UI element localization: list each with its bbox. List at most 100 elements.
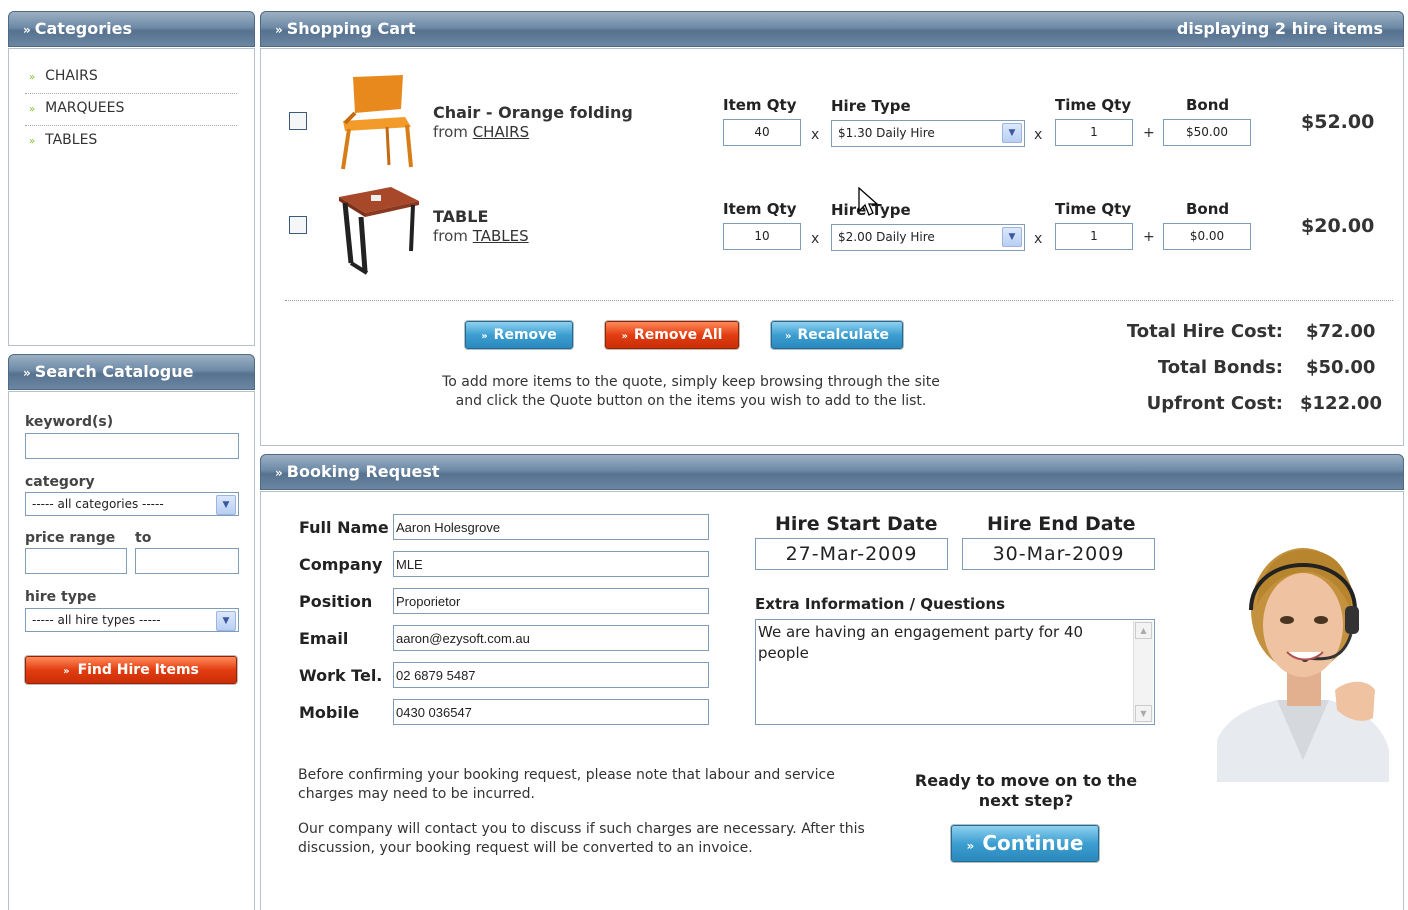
arrow-icon: » [966, 839, 975, 853]
continue-button[interactable]: » Continue [951, 825, 1099, 862]
search-panel: keyword(s) category ----- all categories… [8, 391, 255, 910]
work-tel-label: Work Tel. [299, 666, 383, 685]
item-qty-header: Item Qty [723, 200, 797, 218]
mobile-label: Mobile [299, 703, 360, 722]
extra-info-label: Extra Information / Questions [755, 595, 1006, 613]
hire-type-select[interactable]: $2.00 Daily Hire ▼ [831, 224, 1025, 251]
textarea-scrollbar[interactable]: ▲ ▼ [1133, 621, 1153, 723]
search-title: Search Catalogue [34, 362, 194, 381]
item-name: Chair - Orange folding [433, 103, 633, 122]
category-label[interactable]: CHAIRS [45, 68, 98, 84]
bond-input[interactable]: $50.00 [1163, 119, 1251, 146]
plus-sign: + [1143, 125, 1155, 141]
total-bonds-value: $50.00 [1306, 357, 1376, 378]
keyword-input[interactable] [25, 433, 239, 459]
position-input[interactable] [393, 588, 709, 614]
arrow-icon: » [29, 136, 36, 147]
item-total: $52.00 [1301, 111, 1375, 133]
category-label[interactable]: MARQUEES [45, 100, 124, 116]
mouse-cursor-icon [858, 187, 879, 216]
item-category-link[interactable]: TABLES [473, 227, 529, 245]
plus-sign: + [1143, 229, 1155, 245]
hire-end-input[interactable]: 30-Mar-2009 [962, 538, 1155, 570]
note-line: Our company will contact you to discuss … [298, 821, 865, 837]
item-qty-input[interactable]: 10 [723, 223, 801, 250]
scroll-down-icon[interactable]: ▼ [1135, 705, 1152, 722]
note-line: Before confirming your booking request, … [298, 767, 835, 783]
booking-panel: Full Name Company Position Email Work Te… [260, 491, 1404, 910]
hire-start-label: Hire Start Date [775, 513, 938, 535]
item-from: from TABLES [433, 227, 529, 245]
chevron-down-icon[interactable]: ▼ [1002, 227, 1022, 247]
recalculate-button[interactable]: » Recalculate [771, 321, 903, 349]
hire-type-select[interactable]: $1.30 Daily Hire ▼ [831, 120, 1025, 147]
support-agent-photo [1217, 548, 1389, 782]
chevron-icon: » [275, 466, 283, 480]
hire-type-header: Hire Type [831, 97, 911, 115]
category-item-chairs[interactable]: » CHAIRS [25, 61, 237, 94]
table-image [339, 187, 419, 275]
chevron-down-icon[interactable]: ▼ [216, 611, 236, 631]
chair-image [341, 75, 413, 170]
remove-all-button[interactable]: » Remove All [605, 321, 739, 349]
upfront-label: Upfront Cost: [1146, 393, 1283, 414]
cart-panel: Chair - Orange folding from CHAIRS Item … [260, 48, 1404, 446]
chevron-down-icon[interactable]: ▼ [216, 495, 236, 515]
multiply-sign: x [1034, 231, 1043, 247]
multiply-sign: x [1034, 127, 1043, 143]
total-bonds-label: Total Bonds: [1157, 357, 1283, 378]
price-max-input[interactable] [135, 548, 239, 574]
note-line: discussion, your booking request will be… [298, 840, 753, 856]
bond-input[interactable]: $0.00 [1163, 223, 1251, 250]
note-line: charges may need to be incurred. [298, 786, 535, 802]
work-tel-input[interactable] [393, 662, 709, 688]
category-item-tables[interactable]: » TABLES [25, 125, 237, 157]
company-label: Company [299, 555, 383, 574]
item-checkbox[interactable] [289, 112, 307, 130]
categories-header: » Categories [8, 11, 255, 47]
chevron-down-icon[interactable]: ▼ [1002, 123, 1022, 143]
category-select[interactable]: ----- all categories ----- ▼ [25, 492, 239, 516]
item-from: from CHAIRS [433, 123, 529, 141]
cart-header: » Shopping Cart displaying 2 hire items [260, 11, 1404, 47]
item-name: TABLE [433, 207, 489, 226]
category-label: category [25, 474, 95, 490]
hire-end-label: Hire End Date [987, 513, 1136, 535]
time-qty-header: Time Qty [1055, 96, 1132, 114]
time-qty-header: Time Qty [1055, 200, 1132, 218]
time-qty-input[interactable]: 1 [1055, 223, 1133, 250]
extra-info-textarea[interactable]: We are having an engagement party for 40… [755, 619, 1155, 725]
position-label: Position [299, 592, 373, 611]
booking-header: » Booking Request [260, 454, 1404, 490]
from-text: from [433, 123, 468, 141]
chevron-icon: » [23, 23, 31, 37]
company-input[interactable] [393, 551, 709, 577]
category-item-marquees[interactable]: » MARQUEES [25, 93, 237, 126]
find-hire-items-button[interactable]: » Find Hire Items [25, 656, 237, 684]
scroll-up-icon[interactable]: ▲ [1135, 622, 1152, 639]
hire-type-select[interactable]: ----- all hire types ----- ▼ [25, 608, 239, 632]
arrow-icon: » [29, 72, 36, 83]
item-qty-input[interactable]: 40 [723, 119, 801, 146]
arrow-icon: » [785, 331, 792, 342]
email-input[interactable] [393, 625, 709, 651]
full-name-input[interactable] [393, 514, 709, 540]
remove-all-label: Remove All [634, 327, 723, 343]
mobile-input[interactable] [393, 699, 709, 725]
remove-button[interactable]: » Remove [465, 321, 573, 349]
price-min-input[interactable] [25, 548, 127, 574]
hire-start-input[interactable]: 27-Mar-2009 [755, 538, 948, 570]
item-checkbox[interactable] [289, 216, 307, 234]
cart-help-text: To add more items to the quote, simply k… [411, 373, 971, 411]
total-hire-value: $72.00 [1306, 321, 1376, 342]
help-line: To add more items to the quote, simply k… [442, 374, 940, 390]
continue-label: Continue [982, 831, 1084, 855]
cart-count: displaying 2 hire items [1176, 19, 1383, 38]
category-label[interactable]: TABLES [45, 132, 97, 148]
find-button-label: Find Hire Items [77, 662, 199, 678]
hire-type-value: $1.30 Daily Hire [838, 126, 935, 140]
price-range-label: price range [25, 530, 116, 546]
time-qty-input[interactable]: 1 [1055, 119, 1133, 146]
divider [285, 300, 1393, 301]
item-category-link[interactable]: CHAIRS [473, 123, 529, 141]
